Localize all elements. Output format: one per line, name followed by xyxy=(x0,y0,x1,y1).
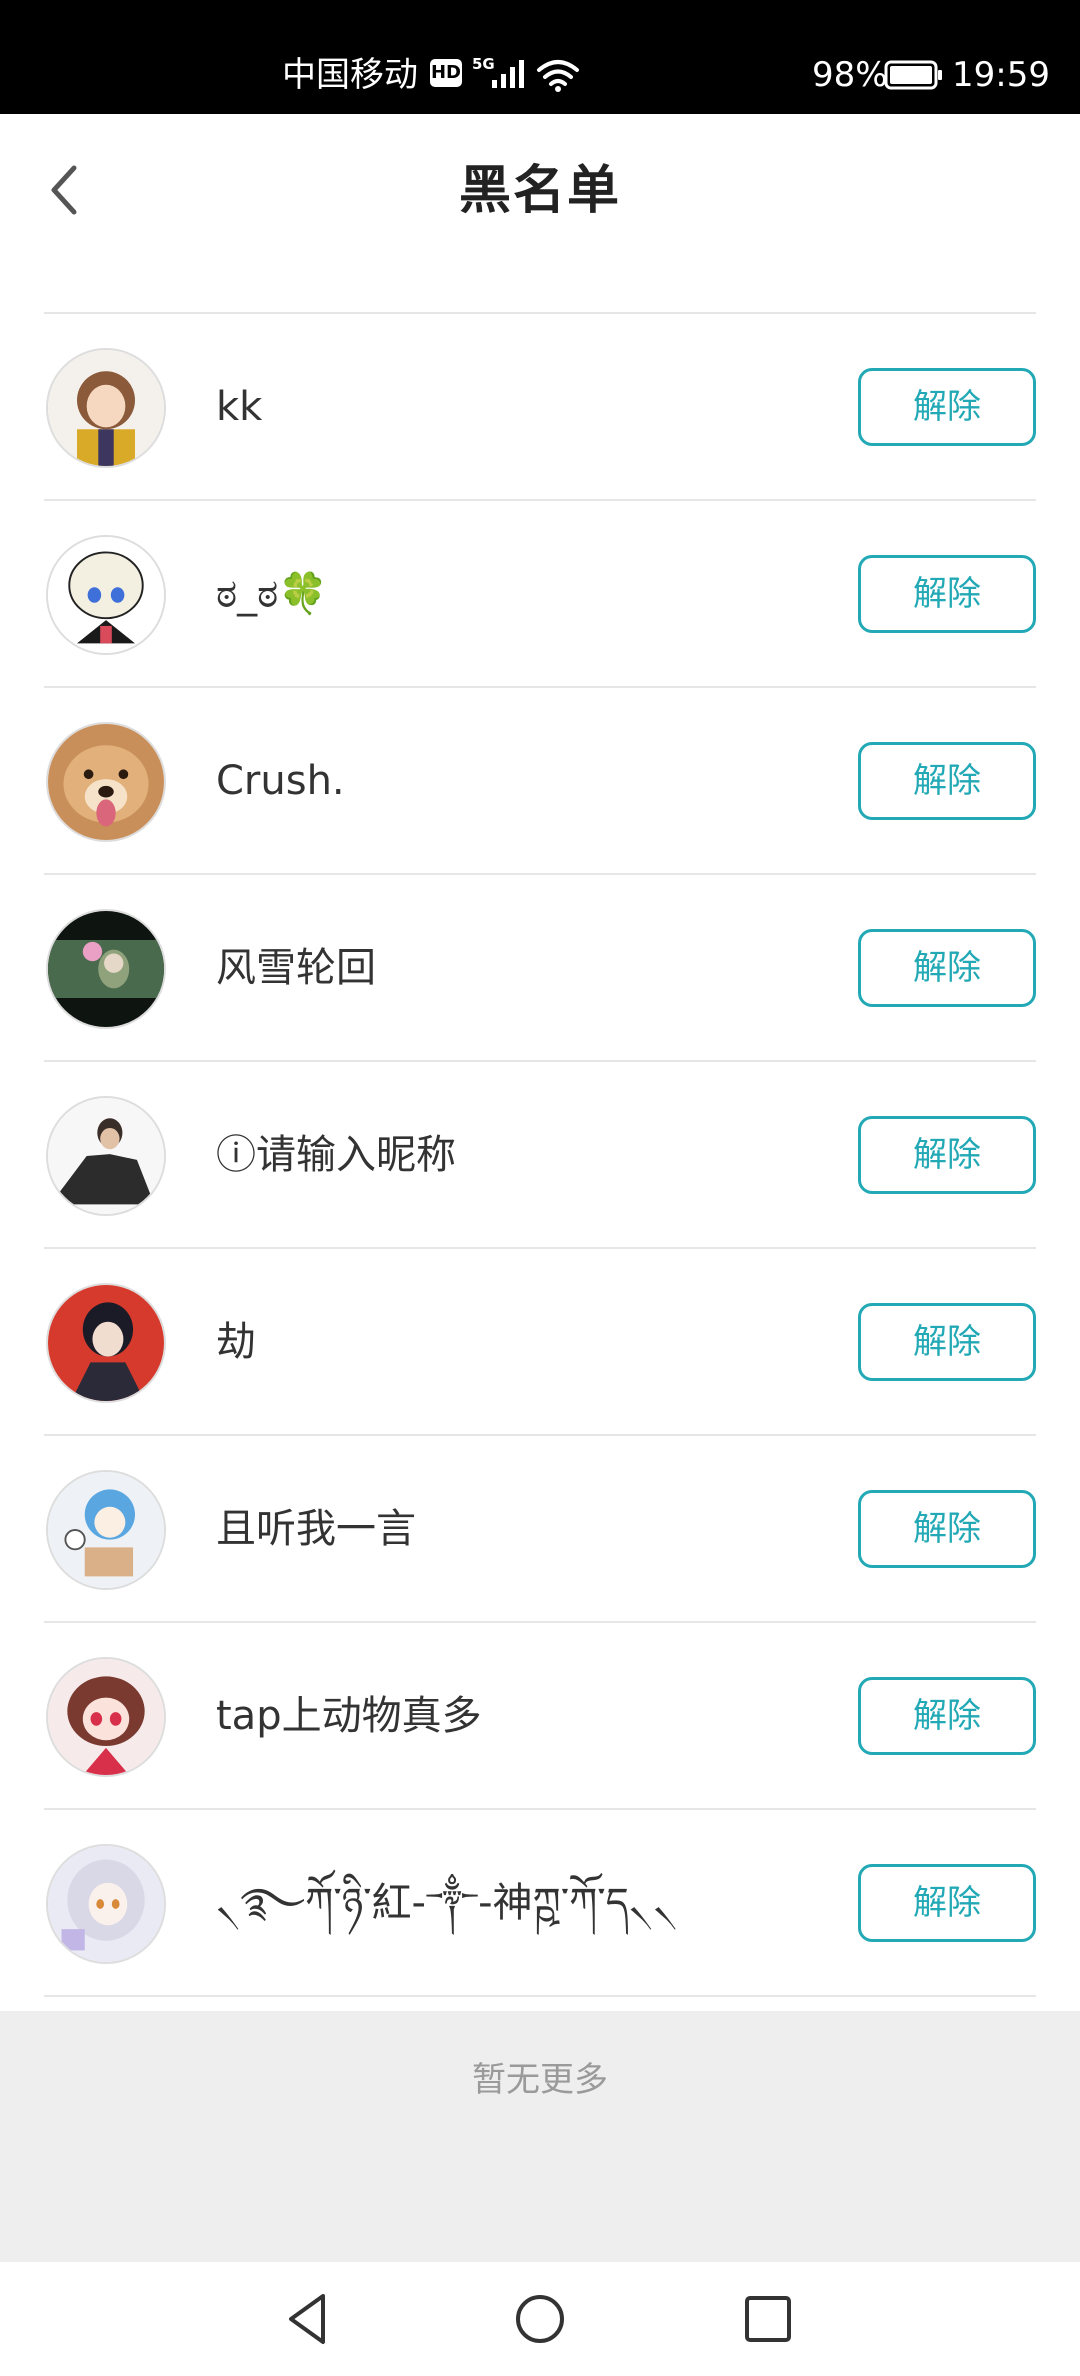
nickname: kk xyxy=(216,384,263,430)
avatar[interactable] xyxy=(46,1657,166,1777)
avatar[interactable] xyxy=(46,722,166,842)
list-item: 风雪轮回 解除 xyxy=(44,875,1036,1062)
remove-button[interactable]: 解除 xyxy=(858,555,1036,633)
nickname: 风雪轮回 xyxy=(216,945,376,991)
nickname: tap上动物真多 xyxy=(216,1693,482,1739)
remove-button[interactable]: 解除 xyxy=(858,1303,1036,1381)
avatar-image xyxy=(48,1472,164,1588)
avatar-image xyxy=(48,1098,164,1214)
hd-badge: HD xyxy=(430,59,462,87)
list-item: ⓘ请输入昵称 解除 xyxy=(44,1062,1036,1249)
avatar[interactable] xyxy=(46,1096,166,1216)
avatar[interactable] xyxy=(46,348,166,468)
list-item: ಠ_ಠ🍀 解除 xyxy=(44,501,1036,688)
avatar[interactable] xyxy=(46,1470,166,1590)
signal-bars-icon xyxy=(492,60,524,88)
remove-button[interactable]: 解除 xyxy=(858,929,1036,1007)
square-recent-icon[interactable] xyxy=(733,2284,803,2354)
battery-icon xyxy=(884,60,942,90)
remove-button[interactable]: 解除 xyxy=(858,368,1036,446)
blacklist: kk 解除 ಠ_ಠ🍀 解除 Crush. 解除 风雪轮回 解除 ⓘ请输入昵称 解… xyxy=(44,312,1036,1997)
list-item: 且听我一言 解除 xyxy=(44,1436,1036,1623)
list-item: kk 解除 xyxy=(44,314,1036,501)
remove-button[interactable]: 解除 xyxy=(858,1677,1036,1755)
avatar-image xyxy=(48,724,164,840)
nickname: ৲࿐ཀོ་ཉི་紅-༒-神ཀྵ་ཀོ་ད৲৲ xyxy=(216,1880,678,1926)
app-header: 黑名单 xyxy=(0,114,1080,312)
no-more-text: 暂无更多 xyxy=(472,2060,608,2100)
wifi-icon xyxy=(537,60,579,92)
battery-percent: 98% xyxy=(812,55,888,95)
remove-button[interactable]: 解除 xyxy=(858,742,1036,820)
nickname: 劫 xyxy=(216,1319,256,1365)
avatar-image xyxy=(48,1846,164,1962)
avatar[interactable] xyxy=(46,909,166,1029)
list-item: ৲࿐ཀོ་ཉི་紅-༒-神ཀྵ་ཀོ་ད৲৲ 解除 xyxy=(44,1810,1036,1997)
avatar-image xyxy=(48,537,164,653)
status-bar: 中国移动 HD 5G 98% 19:59 xyxy=(0,0,1080,114)
nickname: 且听我一言 xyxy=(216,1506,416,1552)
remove-button[interactable]: 解除 xyxy=(858,1864,1036,1942)
nickname: ಠ_ಠ🍀 xyxy=(216,571,329,617)
nickname: Crush. xyxy=(216,758,345,804)
avatar-image xyxy=(48,911,164,1027)
avatar-image xyxy=(48,1659,164,1775)
avatar[interactable] xyxy=(46,1283,166,1403)
list-item: tap上动物真多 解除 xyxy=(44,1623,1036,1810)
nickname: ⓘ请输入昵称 xyxy=(216,1132,456,1178)
remove-button[interactable]: 解除 xyxy=(858,1490,1036,1568)
triangle-back-icon[interactable] xyxy=(273,2284,343,2354)
list-item: 劫 解除 xyxy=(44,1249,1036,1436)
page-title: 黑名单 xyxy=(458,161,621,221)
remove-button[interactable]: 解除 xyxy=(858,1116,1036,1194)
clock: 19:59 xyxy=(952,55,1050,95)
avatar[interactable] xyxy=(46,1844,166,1964)
chevron-left-icon[interactable] xyxy=(30,150,100,230)
list-footer: 暂无更多 xyxy=(0,2011,1080,2262)
avatar[interactable] xyxy=(46,535,166,655)
circle-home-icon[interactable] xyxy=(505,2284,575,2354)
avatar-image xyxy=(48,1285,164,1401)
avatar-image xyxy=(48,350,164,466)
carrier-name: 中国移动 xyxy=(282,55,418,95)
list-item: Crush. 解除 xyxy=(44,688,1036,875)
system-nav-bar xyxy=(0,2262,1080,2376)
